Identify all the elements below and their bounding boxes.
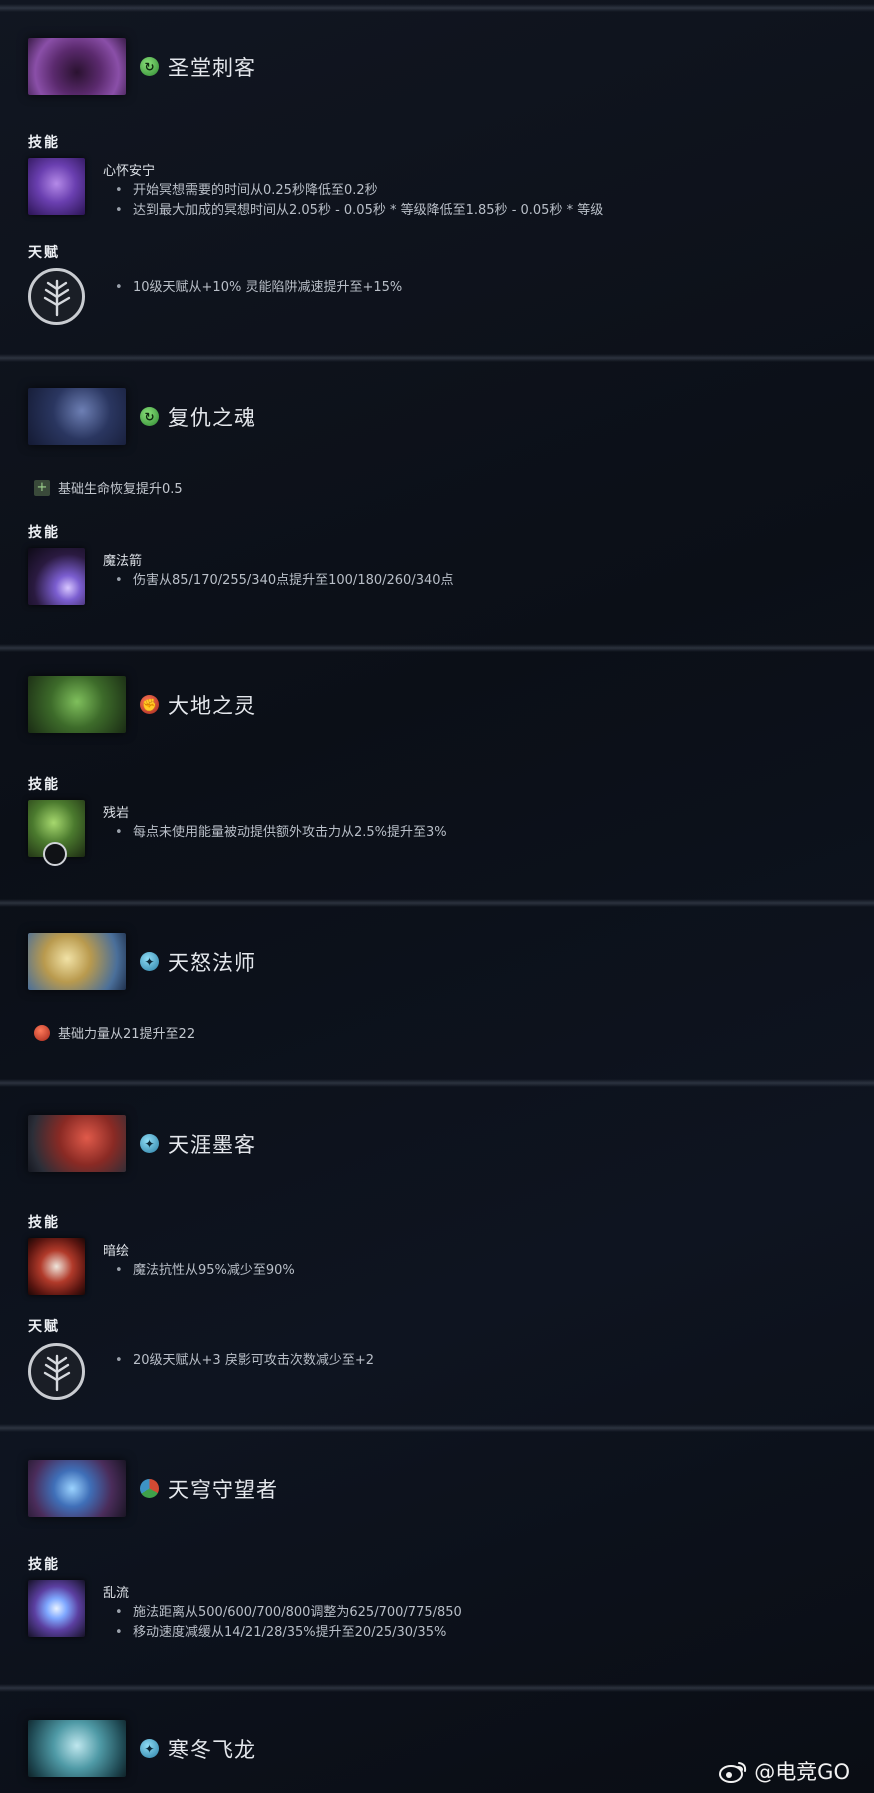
hero-section-earth-spirit: ✊ 大地之灵 技能 残岩 每点未使用能量被动提供额外攻击力从2.5%提升至3% — [0, 644, 874, 905]
change-item: 20级天赋从+3 戾影可攻击次数减少至+2 — [115, 1351, 374, 1371]
agility-attribute-icon: ↻ — [140, 57, 159, 76]
hero-portrait[interactable] — [28, 933, 126, 990]
ability-change-list: 施法距离从500/600/700/800调整为625/700/775/850 移… — [115, 1603, 462, 1643]
talent-change-list: 10级天赋从+10% 灵能陷阱减速提升至+15% — [115, 278, 402, 298]
talent-tree-icon[interactable] — [28, 1343, 85, 1400]
abilities-heading: 技能 — [28, 135, 60, 151]
hero-portrait[interactable] — [28, 1720, 126, 1777]
hero-name: 寒冬飞龙 — [168, 1737, 256, 1762]
ability-change-list: 开始冥想需要的时间从0.25秒降低至0.2秒 达到最大加成的冥想时间从2.05秒… — [115, 181, 603, 221]
hero-header[interactable]: ↻ 圣堂刺客 — [28, 38, 256, 95]
weibo-watermark: @电竞GO — [718, 1756, 850, 1786]
base-stat-change: + 基础生命恢复提升0.5 — [34, 478, 183, 497]
hero-section-vengeful-spirit: ↻ 复仇之魂 + 基础生命恢复提升0.5 技能 魔法箭 伤害从85/170/25… — [0, 354, 874, 650]
watermark-text: @电竞GO — [754, 1760, 850, 1784]
hero-header[interactable]: ✦ 天怒法师 — [28, 933, 256, 990]
hero-header[interactable]: ✊ 大地之灵 — [28, 676, 256, 733]
hero-header[interactable]: 天穹守望者 — [28, 1460, 278, 1517]
ability-name: 心怀安宁 — [103, 164, 156, 179]
ability-icon-flux[interactable] — [28, 1580, 85, 1637]
talent-leaf-icon — [43, 1354, 70, 1391]
hero-name: 天穹守望者 — [168, 1477, 278, 1502]
ability-change-list: 每点未使用能量被动提供额外攻击力从2.5%提升至3% — [115, 823, 447, 843]
base-stat-text: 基础生命恢复提升0.5 — [58, 482, 183, 497]
hero-portrait[interactable] — [28, 388, 126, 445]
change-item: 10级天赋从+10% 灵能陷阱减速提升至+15% — [115, 278, 402, 298]
hero-portrait[interactable] — [28, 1460, 126, 1517]
hero-name: 复仇之魂 — [168, 405, 256, 430]
ability-name: 魔法箭 — [103, 554, 143, 569]
abilities-heading: 技能 — [28, 1557, 60, 1573]
universal-attribute-icon — [140, 1479, 159, 1498]
patch-notes-page: ↻ 圣堂刺客 技能 心怀安宁 开始冥想需要的时间从0.25秒降低至0.2秒 达到… — [0, 0, 874, 1793]
talent-leaf-icon — [43, 279, 70, 316]
change-item: 魔法抗性从95%减少至90% — [115, 1261, 295, 1281]
ability-icon-stone-remnant[interactable] — [28, 800, 85, 866]
ability-name: 乱流 — [103, 1586, 130, 1601]
change-item: 达到最大加成的冥想时间从2.05秒 - 0.05秒 * 等级降低至1.85秒 -… — [115, 201, 603, 221]
hero-header[interactable]: ↻ 复仇之魂 — [28, 388, 256, 445]
change-item: 每点未使用能量被动提供额外攻击力从2.5%提升至3% — [115, 823, 447, 843]
abilities-heading: 技能 — [28, 1215, 60, 1231]
talents-heading: 天赋 — [28, 1319, 60, 1335]
change-item: 移动速度减缓从14/21/28/35%提升至20/25/30/35% — [115, 1623, 462, 1643]
intelligence-attribute-icon: ✦ — [140, 1739, 159, 1758]
strength-attribute-icon: ✊ — [140, 695, 159, 714]
ability-name: 残岩 — [103, 806, 130, 821]
hero-portrait[interactable] — [28, 38, 126, 95]
hero-section-arc-warden: 天穹守望者 技能 乱流 施法距离从500/600/700/800调整为625/7… — [0, 1424, 874, 1690]
hero-portrait[interactable] — [28, 676, 126, 733]
talents-heading: 天赋 — [28, 245, 60, 261]
intelligence-attribute-icon: ✦ — [140, 1134, 159, 1153]
weibo-logo-icon — [719, 1762, 747, 1783]
strength-icon — [34, 1024, 50, 1041]
hero-section-grimstroke: ✦ 天涯墨客 技能 暗绘 魔法抗性从95%减少至90% 天赋 20级天赋从+3 … — [0, 1079, 874, 1430]
ability-icon-refraction[interactable] — [28, 158, 85, 215]
hero-name: 天涯墨客 — [168, 1132, 256, 1157]
ability-icon-ink-swell[interactable] — [28, 1238, 85, 1295]
talent-tree-icon[interactable] — [28, 268, 85, 325]
plus-icon: + — [34, 479, 50, 496]
change-item: 开始冥想需要的时间从0.25秒降低至0.2秒 — [115, 181, 603, 201]
ability-name: 暗绘 — [103, 1244, 130, 1259]
agility-attribute-icon: ↻ — [140, 407, 159, 426]
change-item: 施法距离从500/600/700/800调整为625/700/775/850 — [115, 1603, 462, 1623]
intelligence-attribute-icon: ✦ — [140, 952, 159, 971]
hero-header[interactable]: ✦ 寒冬飞龙 — [28, 1720, 256, 1777]
hero-name: 圣堂刺客 — [168, 55, 256, 80]
hero-portrait[interactable] — [28, 1115, 126, 1172]
base-stat-change: 基础力量从21提升至22 — [34, 1023, 195, 1042]
hero-section-skywrath-mage: ✦ 天怒法师 基础力量从21提升至22 — [0, 899, 874, 1085]
ability-change-list: 魔法抗性从95%减少至90% — [115, 1261, 295, 1281]
hero-section-templar-assassin: ↻ 圣堂刺客 技能 心怀安宁 开始冥想需要的时间从0.25秒降低至0.2秒 达到… — [0, 4, 874, 360]
hero-name: 天怒法师 — [168, 950, 256, 975]
abilities-heading: 技能 — [28, 525, 60, 541]
ability-icon-magic-missile[interactable] — [28, 548, 85, 605]
hero-name: 大地之灵 — [168, 693, 256, 718]
ability-change-list: 伤害从85/170/255/340点提升至100/180/260/340点 — [115, 571, 454, 591]
abilities-heading: 技能 — [28, 777, 60, 793]
change-item: 伤害从85/170/255/340点提升至100/180/260/340点 — [115, 571, 454, 591]
hero-header[interactable]: ✦ 天涯墨客 — [28, 1115, 256, 1172]
base-stat-text: 基础力量从21提升至22 — [58, 1027, 196, 1042]
talent-change-list: 20级天赋从+3 戾影可攻击次数减少至+2 — [115, 1351, 374, 1371]
